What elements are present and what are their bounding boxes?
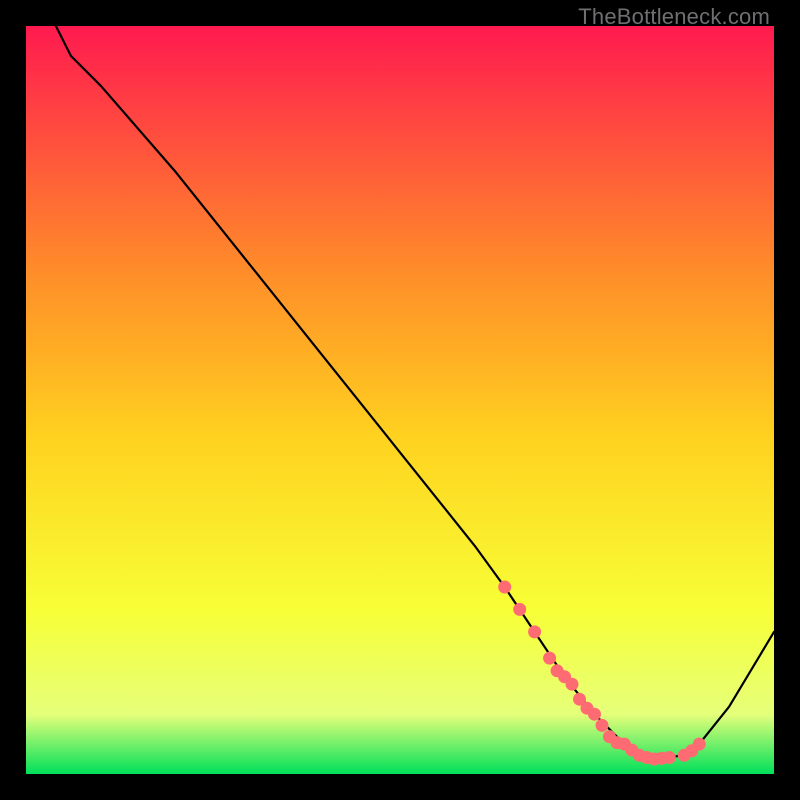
- data-point-marker: [528, 625, 541, 638]
- plot-area: [26, 26, 774, 774]
- chart-frame: TheBottleneck.com: [0, 0, 800, 800]
- data-point-marker: [566, 678, 579, 691]
- data-point-marker: [513, 603, 526, 616]
- data-point-marker: [543, 652, 556, 665]
- gradient-background: [26, 26, 774, 774]
- data-point-marker: [693, 738, 706, 751]
- chart-svg: [26, 26, 774, 774]
- data-point-marker: [498, 581, 511, 594]
- data-point-marker: [588, 708, 601, 721]
- data-point-marker: [663, 751, 676, 764]
- data-point-marker: [596, 719, 609, 732]
